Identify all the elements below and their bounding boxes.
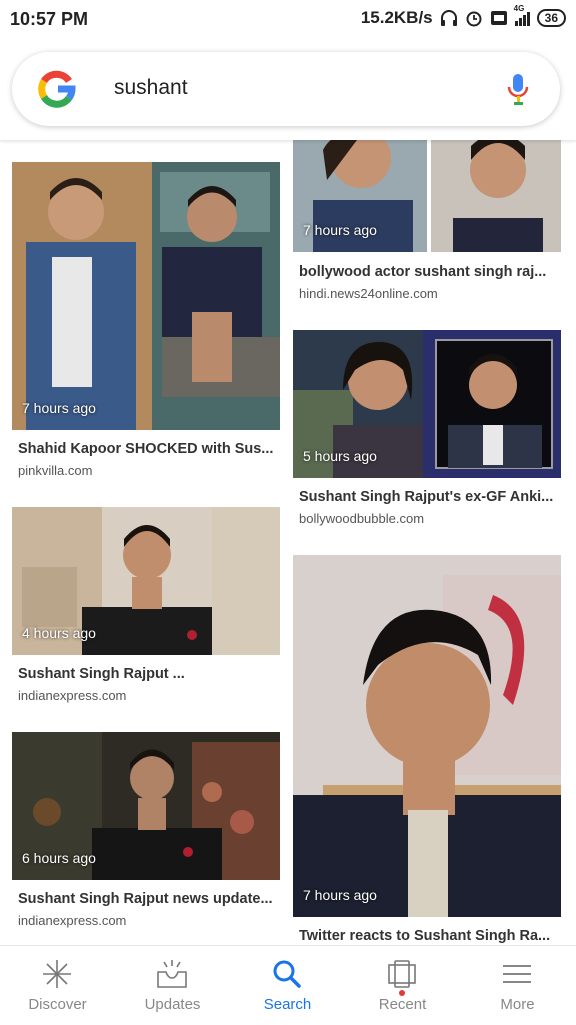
nav-label: Search [263,996,312,1013]
result-source: indianexpress.com [18,688,127,703]
result-title[interactable]: Sushant Singh Rajput's ex-GF Anki... [299,489,557,505]
status-time: 10:57 PM [10,9,89,29]
result-time: 7 hours ago [303,222,377,238]
nav-label: Discover [28,996,87,1013]
result-title[interactable]: Sushant Singh Rajput news update... [18,891,276,907]
nav-label: Recent [378,996,427,1013]
search-icon [273,960,301,988]
result-time: 5 hours ago [303,448,377,464]
network-speed: 15.2KB/s [360,8,433,27]
nav-recent[interactable]: Recent [345,946,460,1025]
nav-more[interactable]: More [460,946,575,1025]
result-image: 6 hours ago [12,732,280,880]
bottom-nav: Discover Updates Search Recent More [0,945,576,1025]
result-time: 6 hours ago [22,850,96,866]
result-time: 7 hours ago [22,400,96,416]
result-source: indianexpress.com [18,913,127,928]
result-card[interactable]: 7 hours ago bollywood actor sushant sing… [293,140,561,300]
nav-search[interactable]: Search [230,946,345,1025]
google-g-logo [38,70,76,108]
result-title[interactable]: Shahid Kapoor SHOCKED with Sus... [18,441,276,457]
alarm-icon [466,11,482,27]
search-header: sushant [0,40,576,140]
result-time: 7 hours ago [303,887,377,903]
result-source: bollywoodbubble.com [299,511,425,526]
result-image: 5 hours ago [293,330,561,478]
result-source: pinkvilla.com [18,463,93,478]
status-right: 15.2KB/s 4G 36 [360,4,566,28]
nav-label: More [500,996,535,1013]
result-card[interactable]: 7 hours ago Twitter reacts to Sushant Si… [293,555,561,945]
result-image: 7 hours ago [12,162,280,430]
mic-icon[interactable] [506,72,530,110]
result-card[interactable]: 5 hours ago Sushant Singh Rajput's ex-GF… [293,330,561,530]
result-card[interactable]: 6 hours ago Sushant Singh Rajput news up… [12,732,280,932]
result-source: hindi.news24online.com [299,286,438,300]
result-title[interactable]: Twitter reacts to Sushant Singh Ra... [299,928,557,944]
nav-updates[interactable]: Updates [115,946,230,1025]
asterisk-icon [43,960,71,988]
result-title[interactable]: bollywood actor sushant singh raj... [299,264,557,280]
battery-icon: 36 [536,9,566,27]
menu-icon [503,965,531,983]
result-image: 7 hours ago [293,140,561,252]
result-card[interactable]: 4 hours ago Sushant Singh Rajput ... ind… [12,507,280,707]
hd-icon [490,11,507,25]
result-card[interactable]: 7 hours ago Shahid Kapoor SHOCKED with S… [12,162,280,487]
status-bar: 10:57 PM 15.2KB/s 4G 36 [0,0,576,40]
search-bar[interactable]: sushant [12,52,560,126]
signal-icon: 4G [514,4,530,26]
network-type: 4G [513,4,525,13]
inbox-icon [157,960,187,988]
search-input[interactable]: sushant [114,76,188,100]
result-title[interactable]: Sushant Singh Rajput ... [18,666,276,682]
result-image: 7 hours ago [293,555,561,917]
cards-icon [388,960,416,988]
result-image: 4 hours ago [12,507,280,655]
headphones-icon [440,10,457,26]
results-feed[interactable]: 7 hours ago Shahid Kapoor SHOCKED with S… [0,140,576,945]
nav-discover[interactable]: Discover [0,946,115,1025]
result-time: 4 hours ago [22,625,96,641]
nav-label: Updates [144,996,201,1013]
